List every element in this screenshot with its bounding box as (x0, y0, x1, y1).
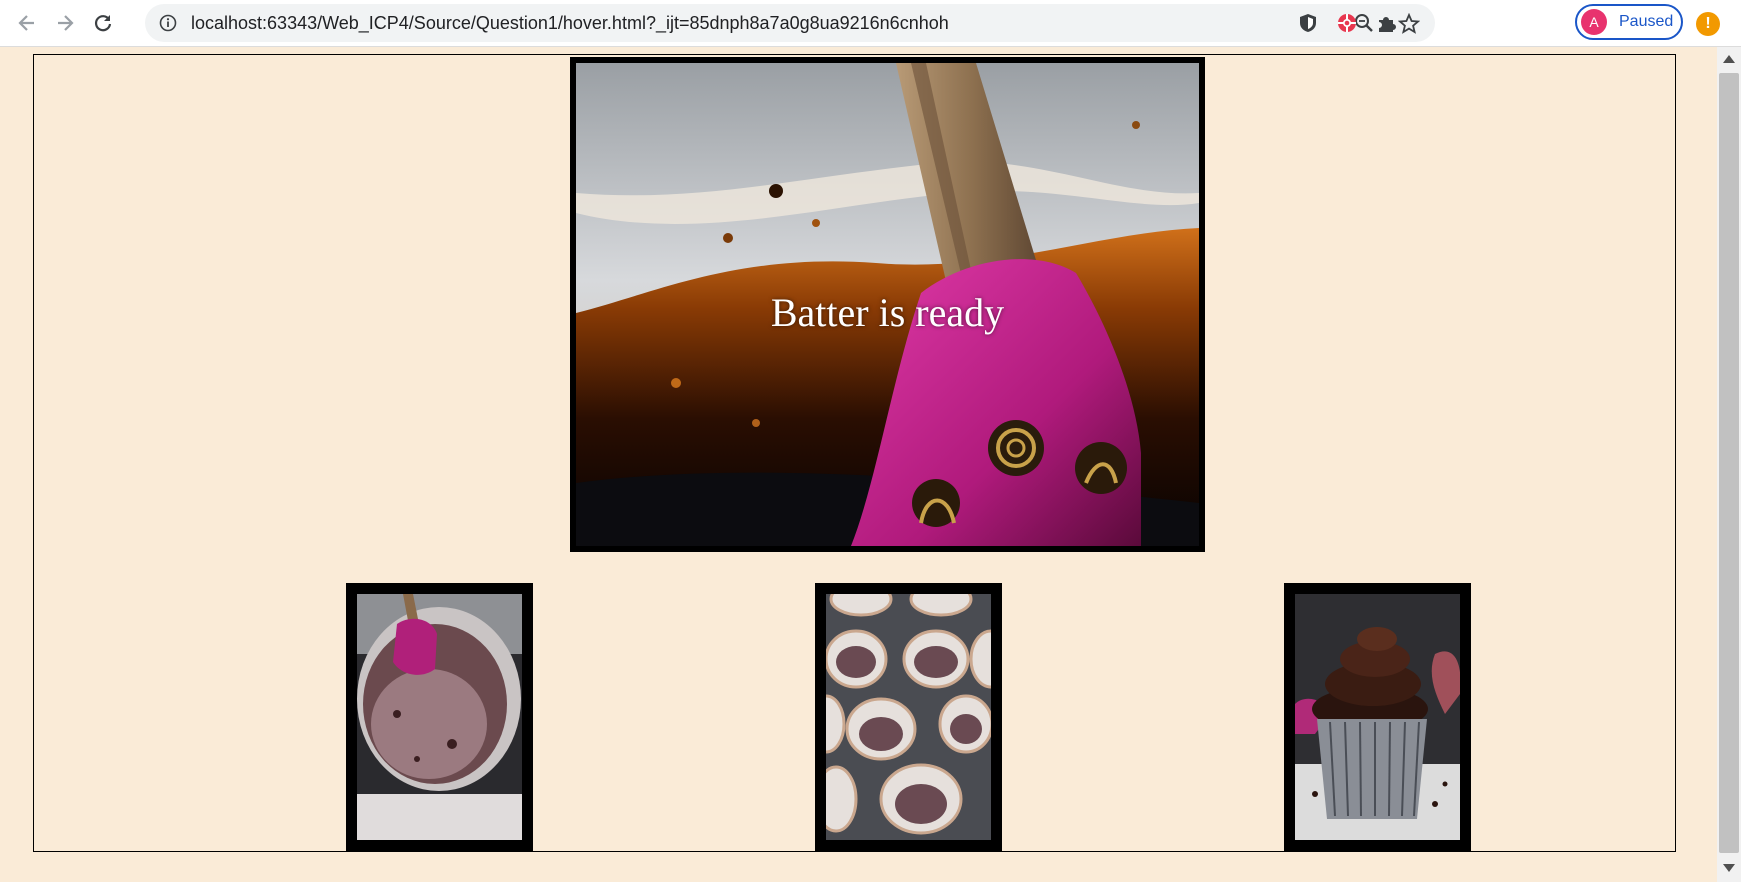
page-body: Batter is ready (0, 47, 1717, 882)
scroll-up-button[interactable] (1717, 47, 1741, 71)
scroll-thumb[interactable] (1719, 73, 1739, 853)
thumbnail-batter-bowl[interactable] (346, 583, 533, 851)
hero-caption: Batter is ready (770, 290, 1005, 335)
arrow-left-icon (18, 15, 34, 31)
browser-toolbar: localhost:63343/Web_ICP4/Source/Question… (0, 0, 1741, 47)
bookmark-star-icon[interactable] (1398, 13, 1420, 35)
lifebuoy-icon (1338, 14, 1356, 32)
address-bar[interactable]: localhost:63343/Web_ICP4/Source/Question… (145, 4, 1435, 42)
caret-down-icon (1723, 864, 1735, 872)
lastpass-extension-button[interactable] (1333, 9, 1361, 37)
profile-status: Paused (1619, 13, 1674, 30)
puzzle-icon (1379, 17, 1396, 32)
vertical-scrollbar[interactable] (1717, 47, 1741, 882)
url-text[interactable]: localhost:63343/Web_ICP4/Source/Question… (191, 4, 949, 42)
hero-image[interactable]: Batter is ready (570, 57, 1205, 552)
reload-icon (94, 15, 112, 32)
frosted-cupcake-photo (1295, 594, 1460, 840)
update-alert-icon[interactable]: ! (1696, 12, 1720, 36)
back-button[interactable] (12, 8, 42, 38)
gallery-frame: Batter is ready (33, 54, 1676, 852)
scroll-down-button[interactable] (1717, 856, 1741, 880)
reload-button[interactable] (88, 8, 118, 38)
thumbnail-frosted-cupcake[interactable] (1284, 583, 1471, 851)
thumbnail-cupcake-tin[interactable] (815, 583, 1002, 851)
shield-extension-button[interactable] (1294, 9, 1322, 37)
shield-icon (1300, 14, 1316, 32)
avatar: A (1581, 9, 1607, 35)
forward-button[interactable] (50, 8, 80, 38)
cupcake-tin-photo (826, 594, 991, 840)
arrow-right-icon (58, 15, 74, 31)
info-icon[interactable] (159, 14, 177, 32)
batter-bowl-photo (357, 594, 522, 840)
extensions-button[interactable] (1372, 9, 1400, 37)
caret-up-icon (1723, 55, 1735, 63)
profile-button[interactable]: A Paused (1575, 4, 1683, 40)
